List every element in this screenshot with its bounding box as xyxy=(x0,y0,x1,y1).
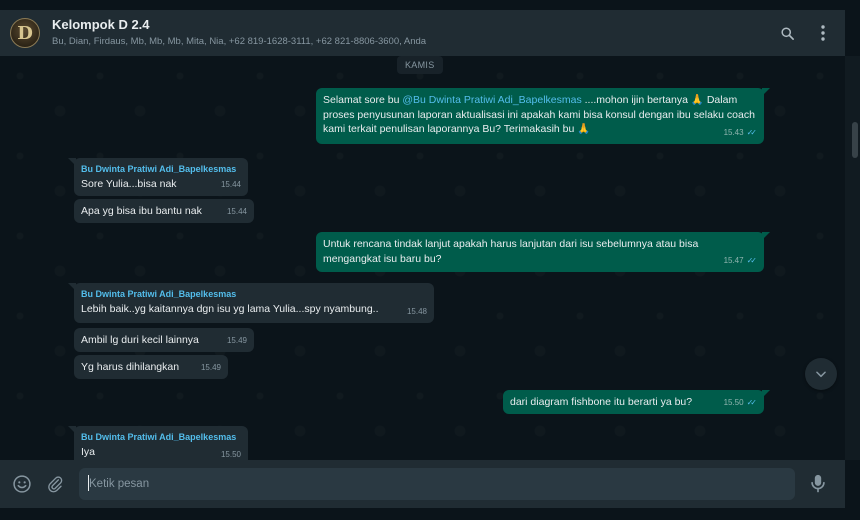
message-time: 15.50 xyxy=(723,397,744,407)
message-incoming[interactable]: Bu Dwinta Pratiwi Adi_Bapelkesmas Sore Y… xyxy=(68,158,248,196)
message-text: Yg harus dihilangkan xyxy=(81,361,180,373)
text-caret xyxy=(88,475,89,491)
message-text: Selamat sore bu xyxy=(323,94,403,106)
chat-members: Bu, Dian, Firdaus, Mb, Mb, Mb, Mita, Nia… xyxy=(52,36,427,47)
message-text: Untuk rencana tindak lanjut apakah harus… xyxy=(323,238,699,265)
message-text: Apa yg bisa ibu bantu nak xyxy=(81,205,202,217)
message-text: Iya xyxy=(81,446,96,458)
message-text: dari diagram fishbone itu berarti ya bu? xyxy=(510,396,693,408)
message-text: Ambil lg duri kecil lainnya xyxy=(81,334,199,346)
message-time: 15.49 xyxy=(226,335,247,345)
message-outgoing[interactable]: dari diagram fishbone itu berarti ya bu?… xyxy=(503,390,770,414)
chat-title: Kelompok D 2.4 xyxy=(52,17,150,32)
composer-bar xyxy=(0,460,845,508)
chevron-down-icon xyxy=(816,371,826,378)
message-incoming[interactable]: Bu Dwinta Pratiwi Adi_Bapelkesmas Lebih … xyxy=(68,283,434,323)
message-input[interactable] xyxy=(89,478,785,490)
message-time: 15.43 xyxy=(723,127,744,137)
attach-icon[interactable] xyxy=(44,473,66,495)
message-time: 15.44 xyxy=(226,206,247,216)
message-incoming[interactable]: Apa yg bisa ibu bantu nak 15.44 xyxy=(74,199,254,223)
message-incoming[interactable]: Yg harus dihilangkan 15.49 xyxy=(74,355,228,379)
sender-name[interactable]: Bu Dwinta Pratiwi Adi_Bapelkesmas xyxy=(81,163,241,176)
message-time: 15.50 xyxy=(220,449,241,459)
message-text: Lebih baik..yg kaitannya dgn isu yg lama… xyxy=(81,303,379,315)
message-time: 15.47 xyxy=(723,255,744,265)
message-outgoing[interactable]: Selamat sore bu @Bu Dwinta Pratiwi Adi_B… xyxy=(316,88,770,144)
group-avatar[interactable]: D xyxy=(10,18,40,48)
mention-link[interactable]: @Bu Dwinta Pratiwi Adi_Bapelkesmas xyxy=(402,94,581,106)
microphone-icon[interactable] xyxy=(807,473,829,495)
date-chip: KAMIS xyxy=(397,56,443,74)
message-time: 15.49 xyxy=(200,362,221,372)
chat-info[interactable]: Kelompok D 2.4 Bu, Dian, Firdaus, Mb, Mb… xyxy=(52,17,779,49)
search-icon[interactable] xyxy=(779,25,795,41)
emoji-icon[interactable] xyxy=(11,473,33,495)
scrollbar-thumb[interactable] xyxy=(852,122,858,158)
read-ticks-icon: ✓✓ xyxy=(746,255,758,265)
message-input-box[interactable] xyxy=(79,468,795,500)
sender-name[interactable]: Bu Dwinta Pratiwi Adi_Bapelkesmas xyxy=(81,431,241,444)
read-ticks-icon: ✓✓ xyxy=(746,397,758,407)
message-time: 15.48 xyxy=(406,306,427,316)
sender-name[interactable]: Bu Dwinta Pratiwi Adi_Bapelkesmas xyxy=(81,288,427,301)
scrollbar[interactable] xyxy=(845,56,860,460)
chat-header: D Kelompok D 2.4 Bu, Dian, Firdaus, Mb, … xyxy=(0,10,845,56)
menu-icon[interactable] xyxy=(815,25,831,41)
scroll-to-bottom-button[interactable] xyxy=(805,358,837,390)
message-text: Sore Yulia...bisa nak xyxy=(81,178,177,190)
read-ticks-icon: ✓✓ xyxy=(746,127,758,137)
message-outgoing[interactable]: Untuk rencana tindak lanjut apakah harus… xyxy=(316,232,770,272)
message-time: 15.44 xyxy=(220,179,241,189)
message-list[interactable]: KAMIS Selamat sore bu @Bu Dwinta Pratiwi… xyxy=(0,56,845,460)
message-incoming[interactable]: Bu Dwinta Pratiwi Adi_Bapelkesmas Iya 15… xyxy=(68,426,248,460)
message-incoming[interactable]: Ambil lg duri kecil lainnya 15.49 xyxy=(74,328,254,352)
window-bottom-edge xyxy=(0,508,860,520)
